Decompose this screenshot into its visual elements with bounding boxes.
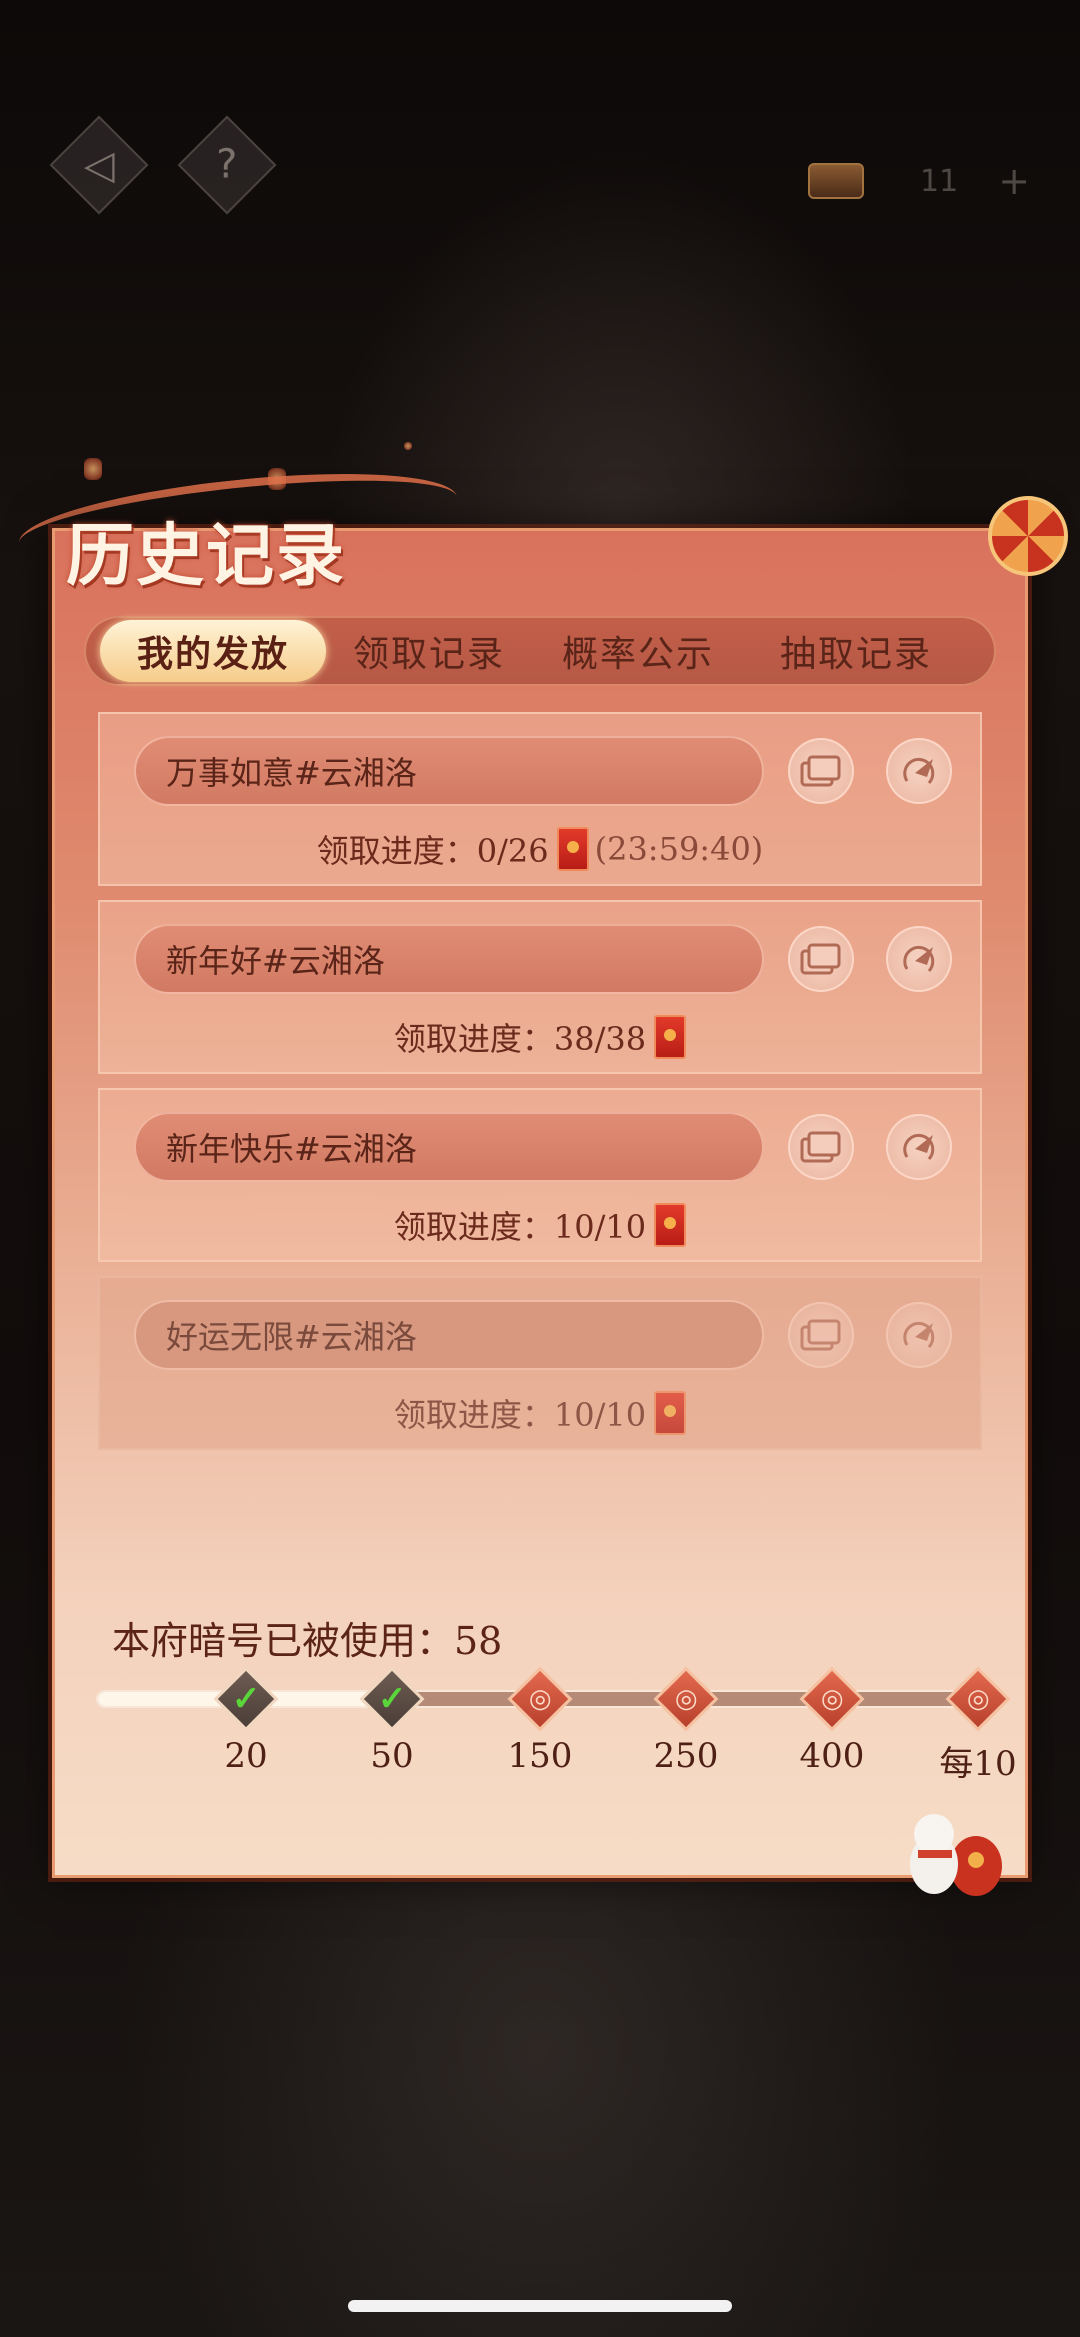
copy-icon xyxy=(800,943,841,975)
progress-label: 领取进度：0/26 xyxy=(316,832,549,870)
milestone-label: 20 xyxy=(224,1736,268,1776)
copy-button[interactable] xyxy=(788,1114,854,1180)
milestone-label: 250 xyxy=(653,1736,719,1776)
share-button[interactable] xyxy=(886,1114,952,1180)
reward-icon: ◎ xyxy=(528,1684,552,1714)
countdown-timer: (23:59:40) xyxy=(594,830,764,868)
light-dot xyxy=(404,442,412,450)
red-envelope-icon xyxy=(654,1391,687,1435)
milestone-label: 50 xyxy=(370,1736,414,1776)
progress-line: 领取进度：38/38 xyxy=(100,1014,980,1060)
add-currency-button[interactable]: + xyxy=(998,159,1030,203)
check-icon: ✓ xyxy=(377,1679,407,1719)
check-icon: ✓ xyxy=(231,1679,261,1719)
help-icon: ? xyxy=(216,141,238,188)
share-button[interactable] xyxy=(886,926,952,992)
corner-emblem-icon xyxy=(988,496,1068,576)
home-indicator xyxy=(348,2300,732,2312)
progress-label: 领取进度：10/10 xyxy=(393,1396,647,1434)
tab-draw-records[interactable]: 抽取记录 xyxy=(748,620,964,682)
milestone-label: 400 xyxy=(799,1736,865,1776)
tab-my-issued[interactable]: 我的发放 xyxy=(100,620,326,682)
mascot-with-bag-icon xyxy=(910,1814,1002,1896)
tab-bar: 我的发放 领取记录 概率公示 抽取记录 xyxy=(84,616,996,686)
treasure-chest-icon xyxy=(808,163,864,199)
share-arrow-icon xyxy=(903,1321,935,1349)
share-arrow-icon xyxy=(903,757,935,785)
record-name: 好运无限#云湘洛 xyxy=(134,1300,764,1370)
panel-title: 历史记录 xyxy=(66,516,347,596)
currency-value: 11 xyxy=(920,163,959,199)
red-envelope-icon xyxy=(654,1015,687,1059)
copy-button[interactable] xyxy=(788,738,854,804)
currency-display: 11 + xyxy=(808,158,1048,204)
record-card: 新年好#云湘洛 领取进度：38/38 xyxy=(98,900,982,1074)
red-envelope-icon xyxy=(556,827,589,871)
progress-line: 领取进度：10/10 xyxy=(100,1390,980,1436)
progress-line: 领取进度：0/26 (23:59:40) xyxy=(100,826,980,872)
progress-label: 领取进度：10/10 xyxy=(393,1208,647,1246)
record-name: 万事如意#云湘洛 xyxy=(134,736,764,806)
progress-label: 领取进度：38/38 xyxy=(393,1020,647,1058)
progress-line: 领取进度：10/10 xyxy=(100,1202,980,1248)
record-card: 新年快乐#云湘洛 领取进度：10/10 xyxy=(98,1088,982,1262)
reward-icon: ◎ xyxy=(966,1684,990,1714)
red-envelope-icon xyxy=(654,1203,687,1247)
record-name: 新年好#云湘洛 xyxy=(134,924,764,994)
reward-icon: ◎ xyxy=(820,1684,844,1714)
milestone-label: 每10 xyxy=(939,1744,1017,1784)
record-name: 新年快乐#云湘洛 xyxy=(134,1112,764,1182)
back-arrow-icon: ◁ xyxy=(83,141,115,188)
share-arrow-icon xyxy=(903,945,935,973)
code-usage-label: 本府暗号已被使用：58 xyxy=(112,1619,503,1663)
record-card: 好运无限#云湘洛 领取进度：10/10 xyxy=(98,1276,982,1450)
share-button[interactable] xyxy=(886,738,952,804)
milestone-label: 150 xyxy=(507,1736,573,1776)
copy-button[interactable] xyxy=(788,1302,854,1368)
copy-icon xyxy=(800,1131,841,1163)
lantern-decoration xyxy=(84,458,102,480)
reward-icon: ◎ xyxy=(674,1684,698,1714)
share-button[interactable] xyxy=(886,1302,952,1368)
record-card: 万事如意#云湘洛 领取进度：0/26 (23:59:40) xyxy=(98,712,982,886)
copy-icon xyxy=(800,1319,841,1351)
copy-button[interactable] xyxy=(788,926,854,992)
copy-icon xyxy=(800,755,841,787)
share-arrow-icon xyxy=(903,1133,935,1161)
tab-probability[interactable]: 概率公示 xyxy=(528,620,748,682)
tab-claim-records[interactable]: 领取记录 xyxy=(330,620,528,682)
